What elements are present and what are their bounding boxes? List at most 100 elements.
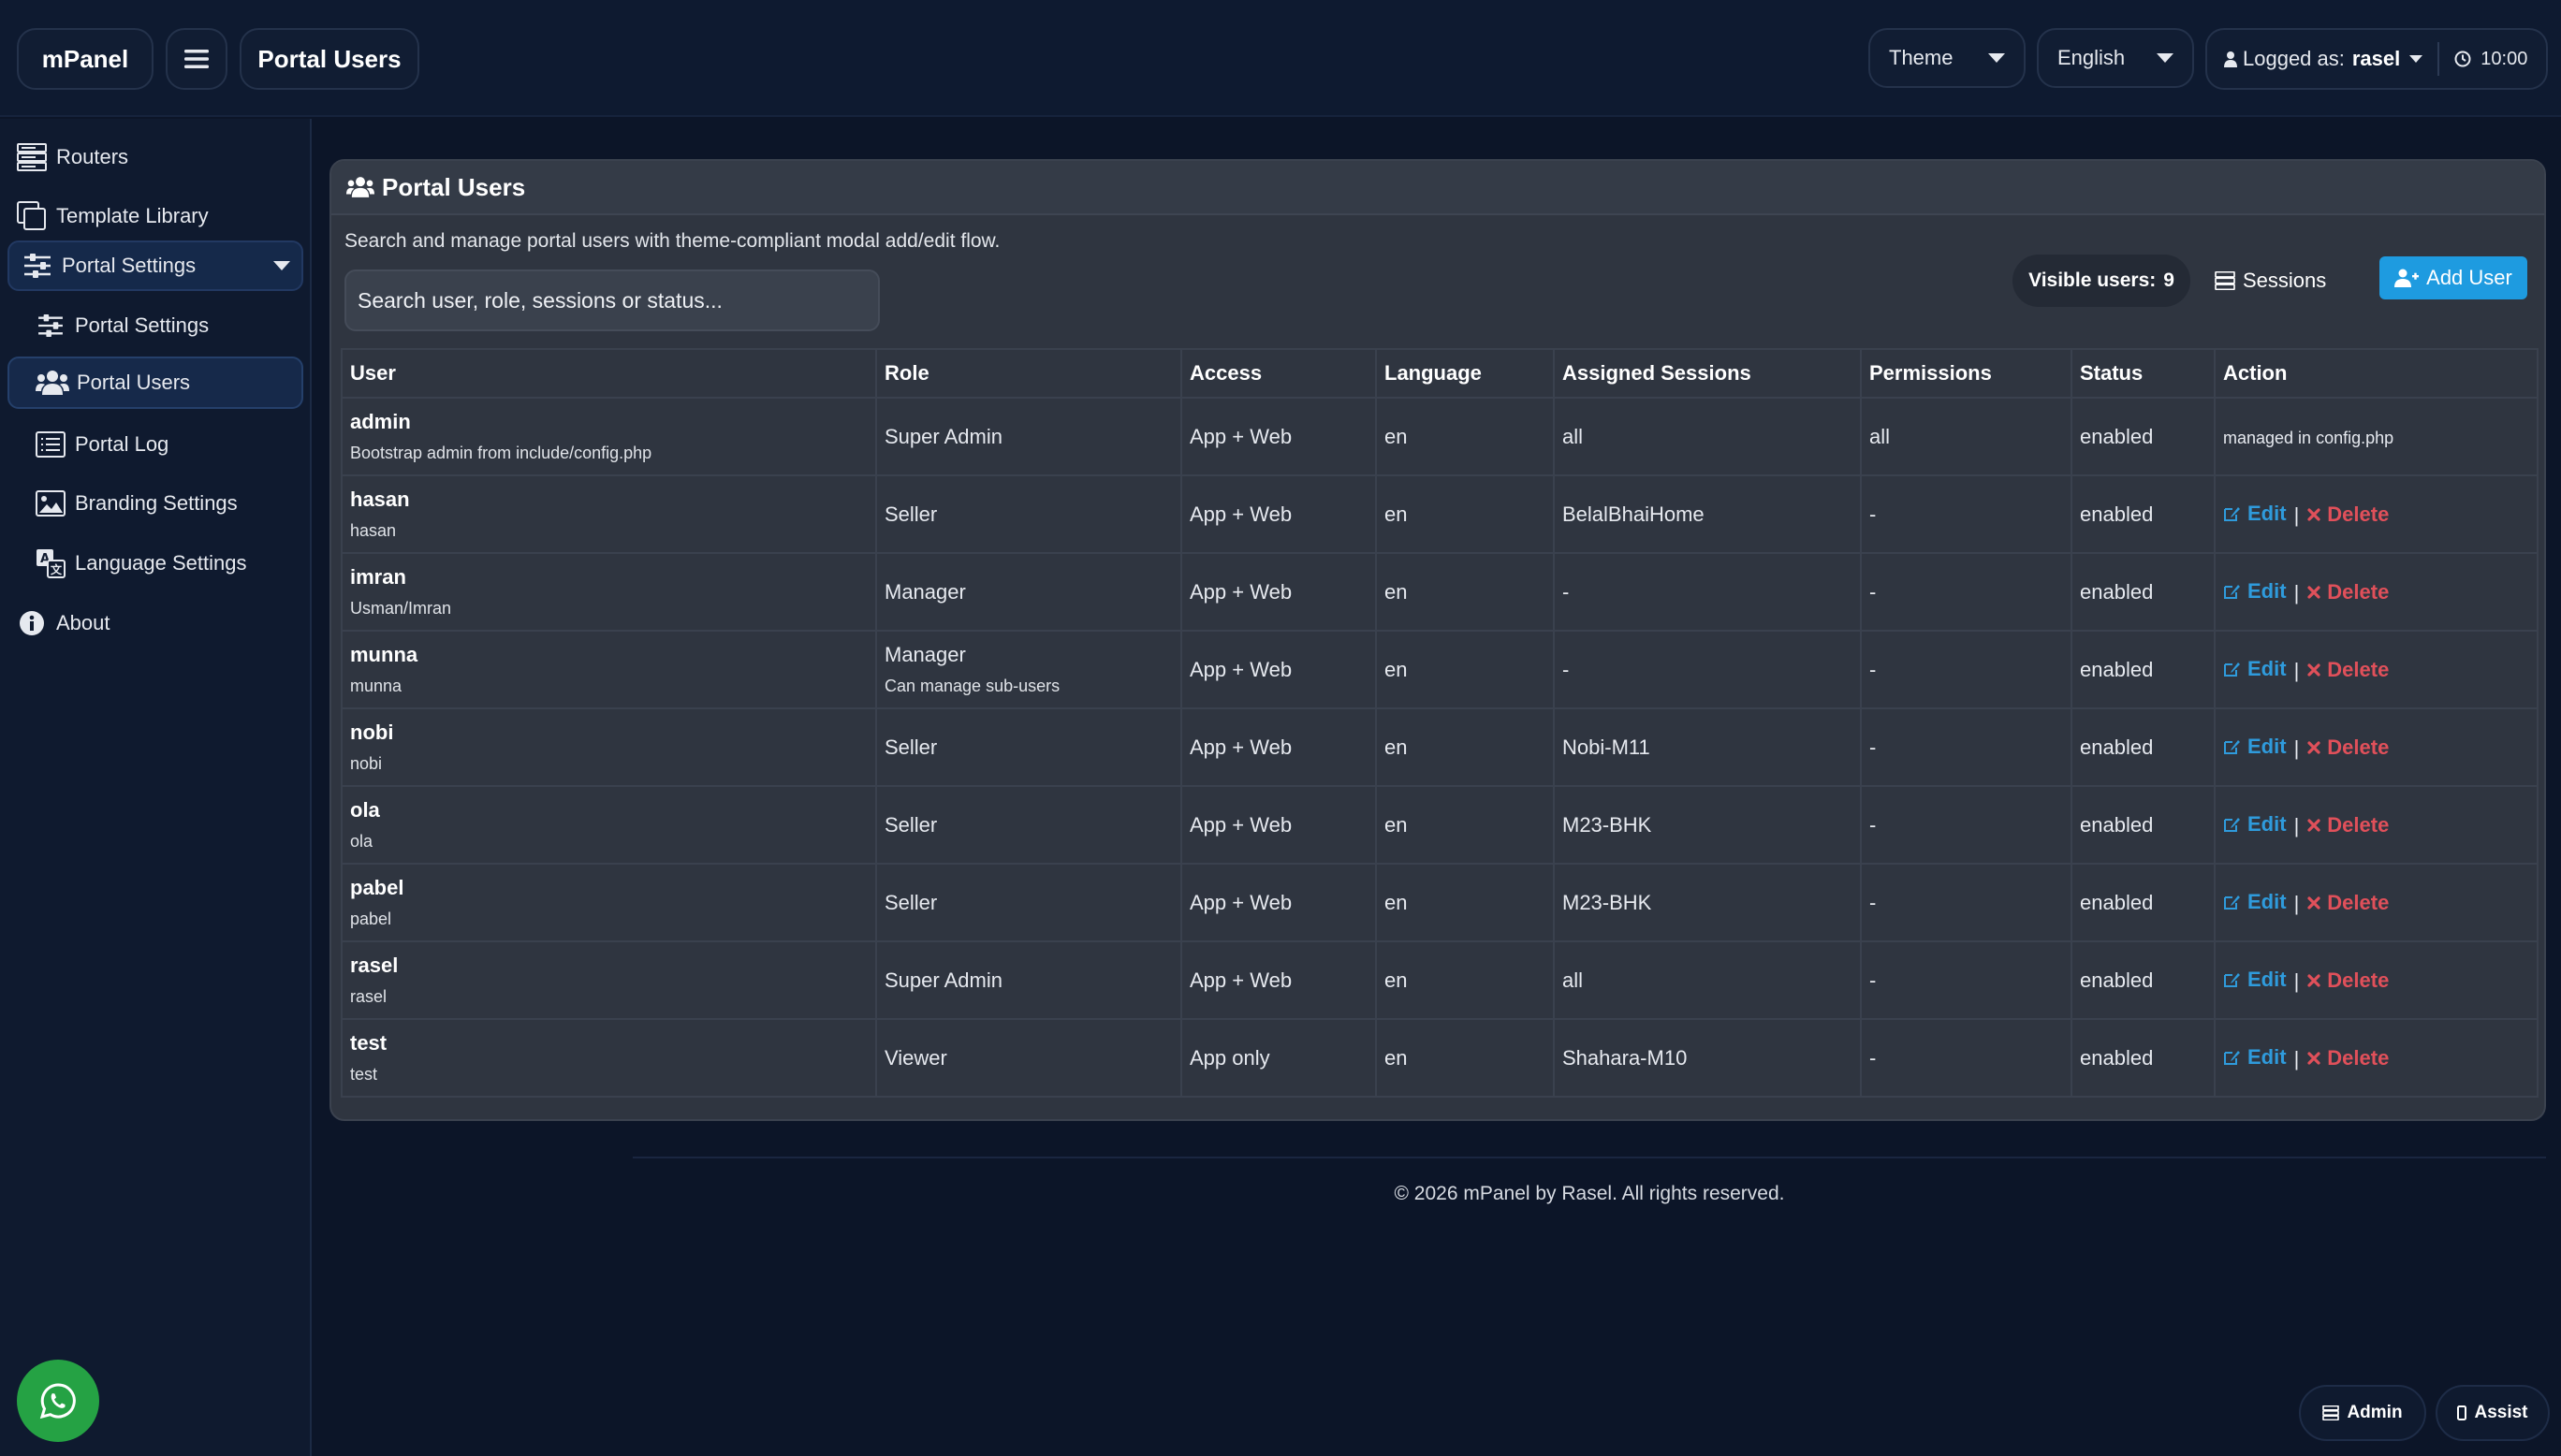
delete-user-link[interactable]: Delete <box>2306 502 2389 527</box>
sidebar-item-label: Portal Users <box>77 371 191 394</box>
sidebar-item-label: About <box>56 611 110 634</box>
sidebar-item-label: Routers <box>56 145 129 168</box>
edit-user-link[interactable]: Edit <box>2223 502 2287 526</box>
delete-user-link[interactable]: Delete <box>2306 735 2389 760</box>
cell-language: en <box>1375 552 1555 632</box>
delete-user-link[interactable]: Delete <box>2306 891 2389 915</box>
user-icon <box>2224 51 2237 67</box>
column-header-user[interactable]: User <box>341 348 877 399</box>
edit-user-link[interactable]: Edit <box>2223 890 2287 914</box>
delete-label: Delete <box>2327 502 2390 526</box>
cell-user: pabel pabel <box>341 863 877 942</box>
cell-user: hasan hasan <box>341 474 877 554</box>
sidebar-item-portal-users[interactable]: Portal Users <box>7 357 303 409</box>
theme-label: Theme <box>1889 46 1954 69</box>
cell-access: App + Web <box>1180 474 1377 554</box>
delete-label: Delete <box>2327 812 2390 837</box>
cell-access: App + Web <box>1180 397 1377 476</box>
menu-toggle-button[interactable] <box>166 28 227 90</box>
edit-icon <box>2223 661 2247 677</box>
status-badge: enabled <box>2071 785 2216 865</box>
close-icon <box>2306 740 2327 755</box>
sidebar-item-label: Portal Log <box>75 432 169 456</box>
delete-user-link[interactable]: Delete <box>2306 813 2389 837</box>
sessions-button[interactable]: Sessions <box>2202 255 2339 307</box>
search-input[interactable] <box>344 269 880 331</box>
sidebar-item-language-settings[interactable]: A文 Language Settings <box>34 537 247 590</box>
delete-user-link[interactable]: Delete <box>2306 580 2389 604</box>
users-icon <box>346 176 374 198</box>
cell-language: en <box>1375 474 1555 554</box>
cell-user: test test <box>341 1018 877 1098</box>
chevron-down-icon <box>1988 53 2005 63</box>
edit-user-link[interactable]: Edit <box>2223 657 2287 681</box>
table-row: pabel pabel Seller App + Web en M23-BHK - enabl… <box>341 863 2539 942</box>
cell-action: Edit | Delete <box>2214 474 2539 554</box>
cell-action: managed in config.php <box>2214 397 2539 476</box>
user-menu[interactable]: Logged as: rasel <box>2224 47 2423 71</box>
user-subtitle: ola <box>350 832 373 851</box>
image-icon <box>34 487 67 520</box>
sidebar-item-portal-settings[interactable]: Portal Settings <box>34 299 209 352</box>
close-icon <box>2306 1051 2327 1066</box>
delete-user-link[interactable]: Delete <box>2306 658 2389 682</box>
delete-user-link[interactable]: Delete <box>2306 1046 2389 1070</box>
edit-user-link[interactable]: Edit <box>2223 812 2287 837</box>
sidebar: Routers Template Library Portal Settings… <box>0 119 312 1456</box>
edit-icon <box>2223 505 2247 522</box>
cell-role: Seller <box>875 474 1182 554</box>
add-user-button[interactable]: Add User <box>2379 256 2527 299</box>
cell-role: Seller <box>875 785 1182 865</box>
whatsapp-icon <box>39 1382 77 1420</box>
column-header-permissions[interactable]: Permissions <box>1860 348 2072 399</box>
column-header-access[interactable]: Access <box>1180 348 1377 399</box>
cell-access: App + Web <box>1180 707 1377 787</box>
delete-user-link[interactable]: Delete <box>2306 968 2389 993</box>
language-dropdown[interactable]: English <box>2037 28 2194 88</box>
cell-language: en <box>1375 785 1555 865</box>
admin-button[interactable]: Admin <box>2299 1385 2426 1441</box>
user-role: Viewer <box>885 1045 947 1070</box>
cell-permissions: - <box>1860 1018 2072 1098</box>
cell-permissions: - <box>1860 785 2072 865</box>
edit-user-link[interactable]: Edit <box>2223 579 2287 604</box>
cell-action: Edit | Delete <box>2214 552 2539 632</box>
column-header-role[interactable]: Role <box>875 348 1182 399</box>
edit-user-link[interactable]: Edit <box>2223 735 2287 759</box>
edit-user-link[interactable]: Edit <box>2223 1045 2287 1070</box>
brand-logo[interactable]: mPanel <box>17 28 154 90</box>
cell-assigned-sessions: M23-BHK <box>1553 863 1862 942</box>
close-icon <box>2306 818 2327 833</box>
cell-assigned-sessions: Nobi-M11 <box>1553 707 1862 787</box>
sidebar-item-portal-log[interactable]: Portal Log <box>34 418 168 471</box>
theme-dropdown[interactable]: Theme <box>1868 28 2026 88</box>
sidebar-item-routers[interactable]: Routers <box>15 131 128 183</box>
assist-button[interactable]: Assist <box>2436 1385 2550 1441</box>
cell-language: en <box>1375 863 1555 942</box>
language-label: English <box>2057 46 2126 69</box>
close-icon <box>2306 662 2327 677</box>
sidebar-item-about[interactable]: About <box>15 597 110 649</box>
sidebar-item-portal-settings-group[interactable]: Portal Settings <box>7 240 303 291</box>
cell-assigned-sessions: Shahara-M10 <box>1553 1018 1862 1098</box>
user-subtitle: hasan <box>350 521 397 540</box>
delete-label: Delete <box>2327 657 2390 681</box>
edit-icon <box>2223 971 2247 988</box>
column-header-status[interactable]: Status <box>2071 348 2216 399</box>
portal-users-card: Portal Users Search and manage portal us… <box>329 159 2546 1121</box>
username: rasel <box>2351 47 2401 70</box>
table-row: test test Viewer App only en Shahara-M10- enab… <box>341 1018 2539 1098</box>
server-icon <box>2322 1405 2340 1420</box>
table-row: imran Usman/Imran Manager App + Web en - - enab… <box>341 552 2539 632</box>
edit-user-link[interactable]: Edit <box>2223 968 2287 992</box>
close-icon <box>2306 507 2327 522</box>
column-header-language[interactable]: Language <box>1375 348 1555 399</box>
cell-permissions: - <box>1860 707 2072 787</box>
list-icon <box>34 428 67 461</box>
cell-role: Manager <box>875 552 1182 632</box>
column-header-assigned-sessions[interactable]: Assigned Sessions <box>1553 348 1862 399</box>
table-row: nobi nobi Seller App + Web en Nobi-M11- enable… <box>341 707 2539 787</box>
sidebar-item-branding-settings[interactable]: Branding Settings <box>34 477 238 530</box>
whatsapp-chat-button[interactable] <box>17 1360 99 1442</box>
sidebar-item-template-library[interactable]: Template Library <box>15 190 209 242</box>
